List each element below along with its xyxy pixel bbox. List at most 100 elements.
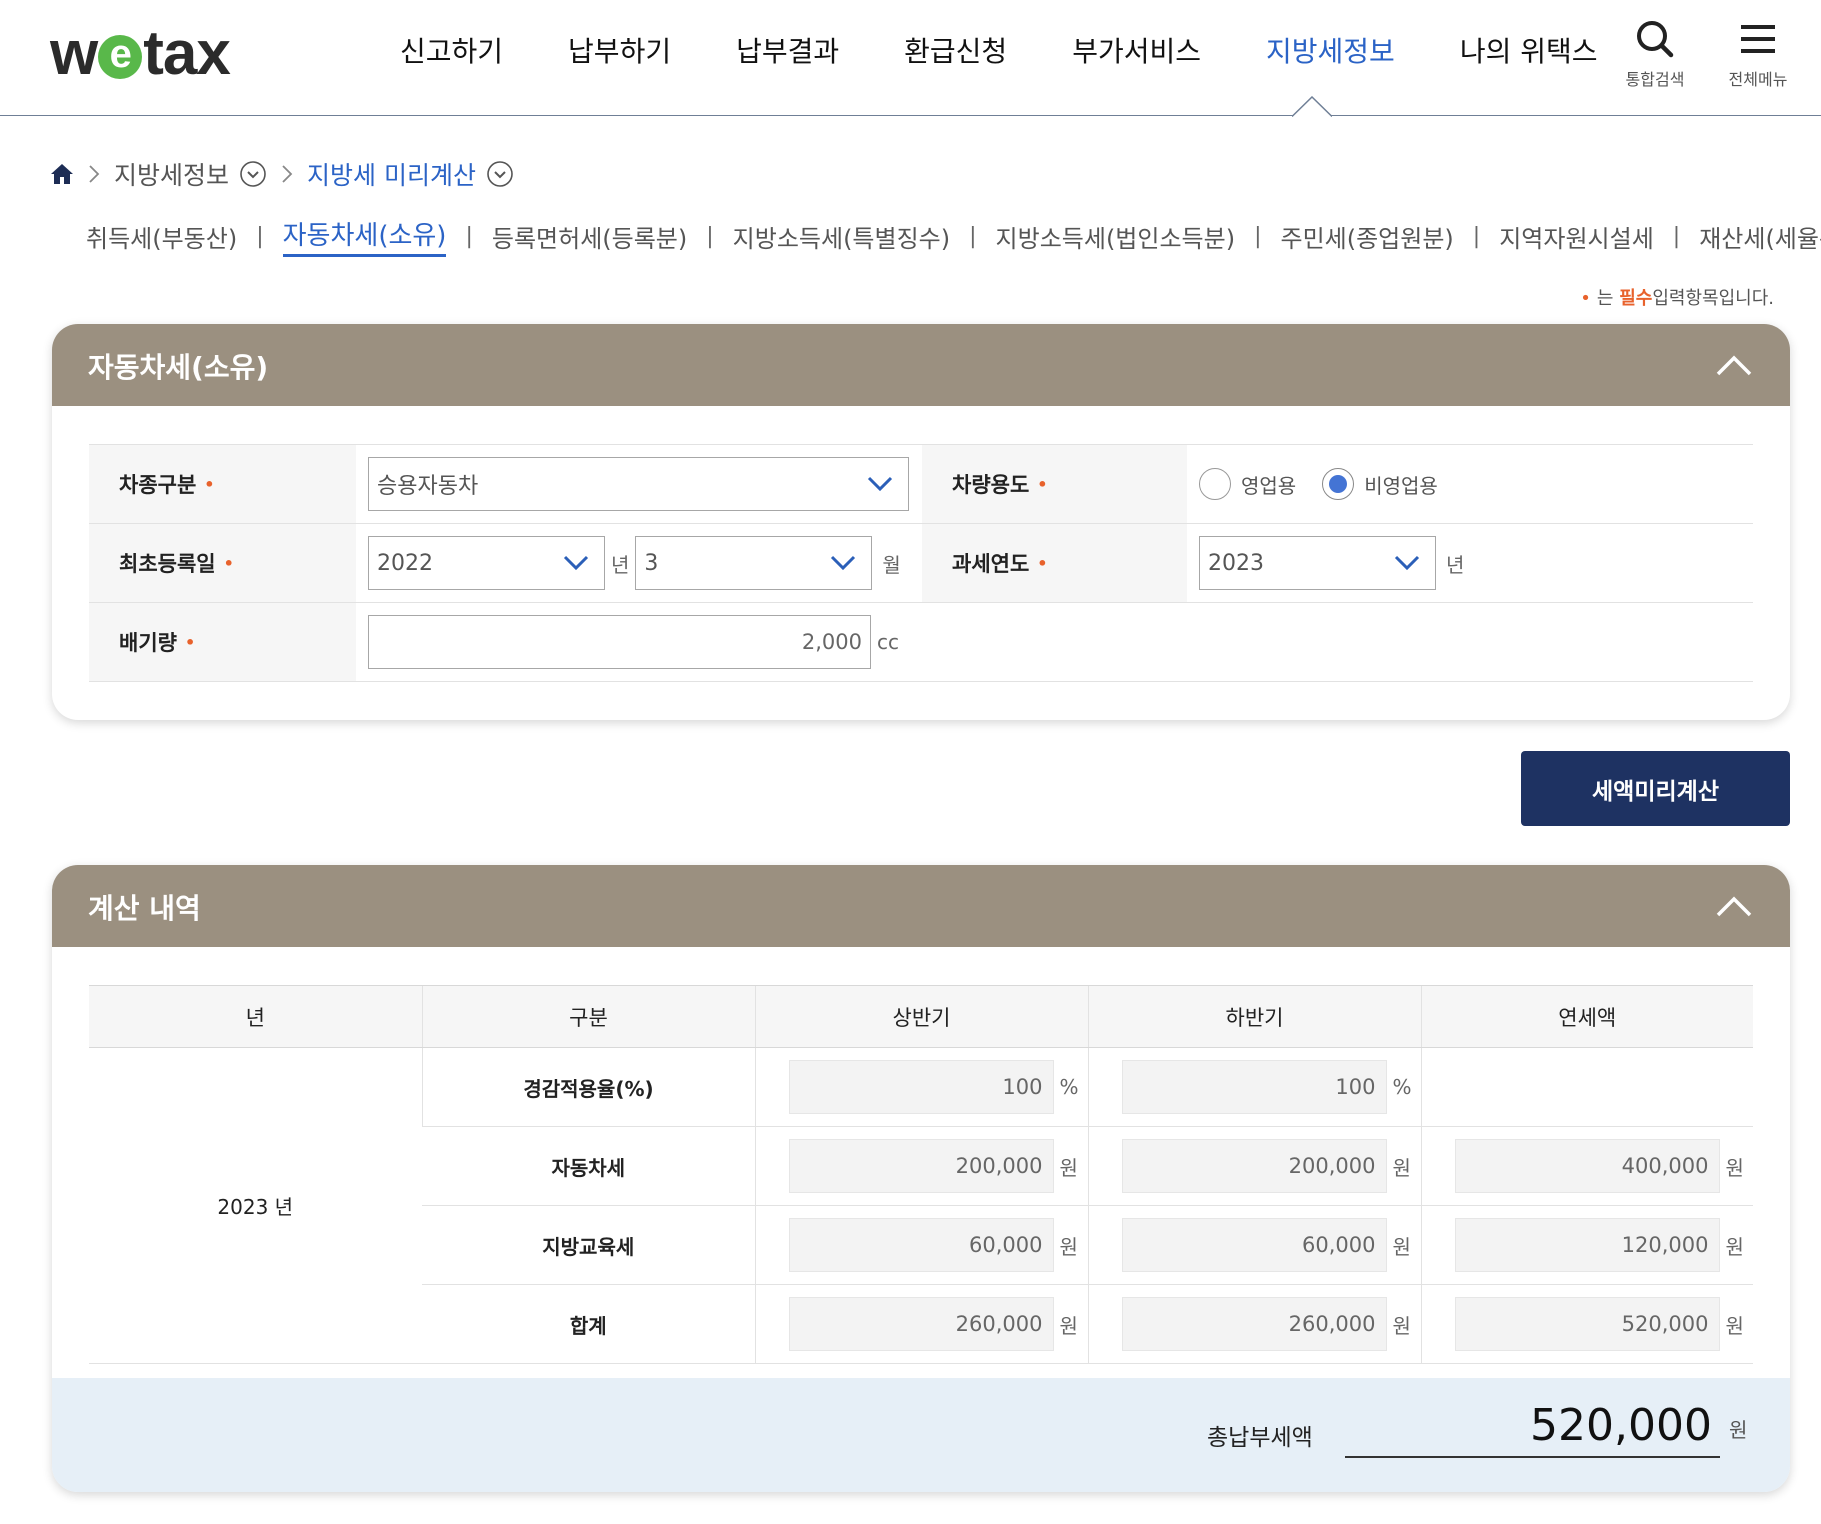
nav-refund[interactable]: 환급신청 — [904, 30, 1007, 70]
logo-text-tax: tax — [143, 18, 231, 88]
tab-registration-tax[interactable]: 등록면허세(등록분) — [492, 219, 687, 254]
second-half-cell: 100% — [1087, 1047, 1421, 1127]
displacement-label: 배기량 • — [89, 603, 356, 681]
value-unit: 원 — [1725, 1313, 1744, 1338]
first-half-value: 100 — [788, 1060, 1054, 1114]
tab-regional-resource-tax[interactable]: 지역자원시설세 — [1499, 219, 1654, 254]
tab-divider: | — [465, 223, 473, 249]
value-unit: 원 — [1725, 1155, 1744, 1180]
wetax-logo[interactable]: w e tax — [50, 18, 231, 88]
col-header-year: 년 — [89, 985, 422, 1048]
required-note-pre: 는 — [1596, 288, 1614, 309]
value-unit: % — [1059, 1075, 1079, 1099]
hamburger-menu-icon — [1718, 18, 1798, 60]
nav-my-wetax[interactable]: 나의 위택스 — [1460, 30, 1598, 70]
chevron-up-icon[interactable] — [1714, 889, 1754, 923]
nav-extra-service[interactable]: 부가서비스 — [1072, 30, 1201, 70]
displacement-unit: cc — [877, 630, 899, 654]
value-unit: 원 — [1059, 1155, 1078, 1180]
result-panel-title: 계산 내역 — [88, 892, 201, 925]
first-half-value: 260,000 — [788, 1297, 1054, 1351]
tab-acquisition-tax[interactable]: 취득세(부동산) — [86, 219, 237, 254]
displacement-cell: 2,000 cc — [356, 603, 1753, 681]
vehicle-tax-form: 차종구분 • 승용자동차 차량용도 • 영업용 비영업용 최초등록일 • 2022 년 — [89, 444, 1753, 682]
first-half-value: 60,000 — [788, 1218, 1054, 1272]
row-label: 합계 — [422, 1284, 755, 1364]
first-half-value: 200,000 — [788, 1139, 1054, 1193]
form-panel-title: 자동차세(소유) — [88, 351, 269, 384]
total-tax-unit: 원 — [1729, 1418, 1748, 1442]
tab-divider: | — [1672, 223, 1681, 249]
breadcrumb: 지방세정보 지방세 미리계산 — [50, 156, 514, 192]
first-reg-label-text: 최초등록일 — [119, 552, 216, 576]
all-menu-button[interactable]: 전체메뉴 — [1718, 18, 1798, 90]
menu-label: 전체메뉴 — [1728, 70, 1788, 89]
chevron-down-circle-icon[interactable] — [239, 160, 267, 188]
value-unit: 원 — [1059, 1313, 1078, 1338]
breadcrumb-level2[interactable]: 지방세 미리계산 — [307, 156, 476, 192]
first-reg-month-value: 3 — [644, 550, 659, 576]
tab-resident-tax-employee[interactable]: 주민세(종업원분) — [1281, 219, 1454, 254]
radio-commercial-label: 영업용 — [1241, 473, 1297, 498]
tax-year-label-text: 과세연도 — [952, 552, 1030, 576]
second-half-cell: 260,000 원 — [1087, 1284, 1421, 1364]
site-header: w e tax 신고하기 납부하기 납부결과 환급신청 부가서비스 지방세정보 나의… — [0, 0, 1821, 117]
required-mark: • — [184, 632, 196, 652]
radio-circle[interactable] — [1199, 468, 1231, 500]
calculate-tax-button[interactable]: 세액미리계산 — [1521, 751, 1790, 826]
chevron-down-icon — [1394, 555, 1420, 571]
nav-pay[interactable]: 납부하기 — [568, 30, 671, 70]
vehicle-type-select[interactable]: 승용자동차 — [368, 457, 909, 511]
vehicle-type-label: 차종구분 • — [89, 445, 356, 523]
chevron-down-circle-icon[interactable] — [486, 160, 514, 188]
required-fields-note: • 는 필수입력항목입니다. — [1580, 284, 1774, 310]
tax-year-unit: 년 — [1446, 552, 1465, 577]
vehicle-type-value: 승용자동차 — [377, 474, 479, 499]
radio-commercial[interactable]: 영업용 — [1199, 468, 1296, 500]
row-label: 경감적용율(%) — [421, 1047, 755, 1127]
first-reg-month-select[interactable]: 3 — [635, 536, 873, 590]
chevron-right-icon — [281, 164, 293, 184]
tab-local-income-withholding[interactable]: 지방소득세(특별징수) — [733, 219, 950, 254]
value-unit: 원 — [1392, 1234, 1411, 1259]
vehicle-type-cell: 승용자동차 — [356, 445, 922, 523]
radio-circle-selected[interactable] — [1322, 468, 1355, 500]
tax-year-label: 과세연도 • — [922, 524, 1187, 602]
home-icon[interactable] — [50, 163, 74, 185]
tax-year-select[interactable]: 2023 — [1199, 536, 1436, 590]
radio-non-commercial-label: 비영업용 — [1364, 473, 1438, 498]
value-unit: 원 — [1059, 1234, 1078, 1259]
tab-local-income-corporate[interactable]: 지방소득세(법인소득분) — [996, 219, 1236, 254]
tab-property-tax-special[interactable]: 재산세(세율특례) — [1699, 219, 1821, 254]
value-unit: 원 — [1725, 1234, 1744, 1259]
annual-value: 400,000 — [1454, 1139, 1720, 1193]
vehicle-tax-form-panel: 자동차세(소유) 차종구분 • 승용자동차 차량용도 • 영업용 비영업용 최초등록… — [52, 324, 1790, 720]
vehicle-usage-label-text: 차량용도 — [952, 473, 1030, 497]
required-mark: • — [223, 553, 234, 573]
first-reg-year-select[interactable]: 2022 — [368, 536, 605, 590]
nav-pay-result[interactable]: 납부결과 — [736, 30, 839, 70]
value-unit: % — [1392, 1075, 1412, 1099]
tab-vehicle-tax[interactable]: 자동차세(소유) — [282, 215, 447, 257]
annual-cell-empty — [1420, 1047, 1753, 1127]
first-half-cell: 60,000 원 — [754, 1205, 1088, 1285]
breadcrumb-level1[interactable]: 지방세정보 — [114, 156, 229, 192]
radio-non-commercial[interactable]: 비영업용 — [1322, 468, 1438, 500]
chevron-up-icon[interactable] — [1714, 348, 1754, 382]
first-half-cell: 100% — [754, 1047, 1088, 1127]
second-half-cell: 200,000 원 — [1087, 1126, 1421, 1206]
row-label: 지방교육세 — [422, 1205, 755, 1285]
result-panel-header: 계산 내역 — [52, 865, 1790, 947]
annual-value: 120,000 — [1454, 1218, 1720, 1272]
displacement-input[interactable]: 2,000 — [368, 615, 871, 669]
chevron-down-icon — [563, 555, 589, 571]
nav-local-tax-info[interactable]: 지방세정보 — [1266, 30, 1395, 70]
nav-report[interactable]: 신고하기 — [400, 30, 503, 70]
required-note-must: 필수 — [1619, 288, 1653, 309]
displacement-label-text: 배기량 — [119, 631, 177, 655]
tax-year-cell: 2023 년 — [1187, 524, 1753, 602]
required-dot: • — [1580, 288, 1591, 309]
year-unit: 년 — [611, 552, 630, 577]
search-button[interactable]: 통합검색 — [1615, 18, 1695, 90]
required-mark: • — [1037, 474, 1048, 494]
